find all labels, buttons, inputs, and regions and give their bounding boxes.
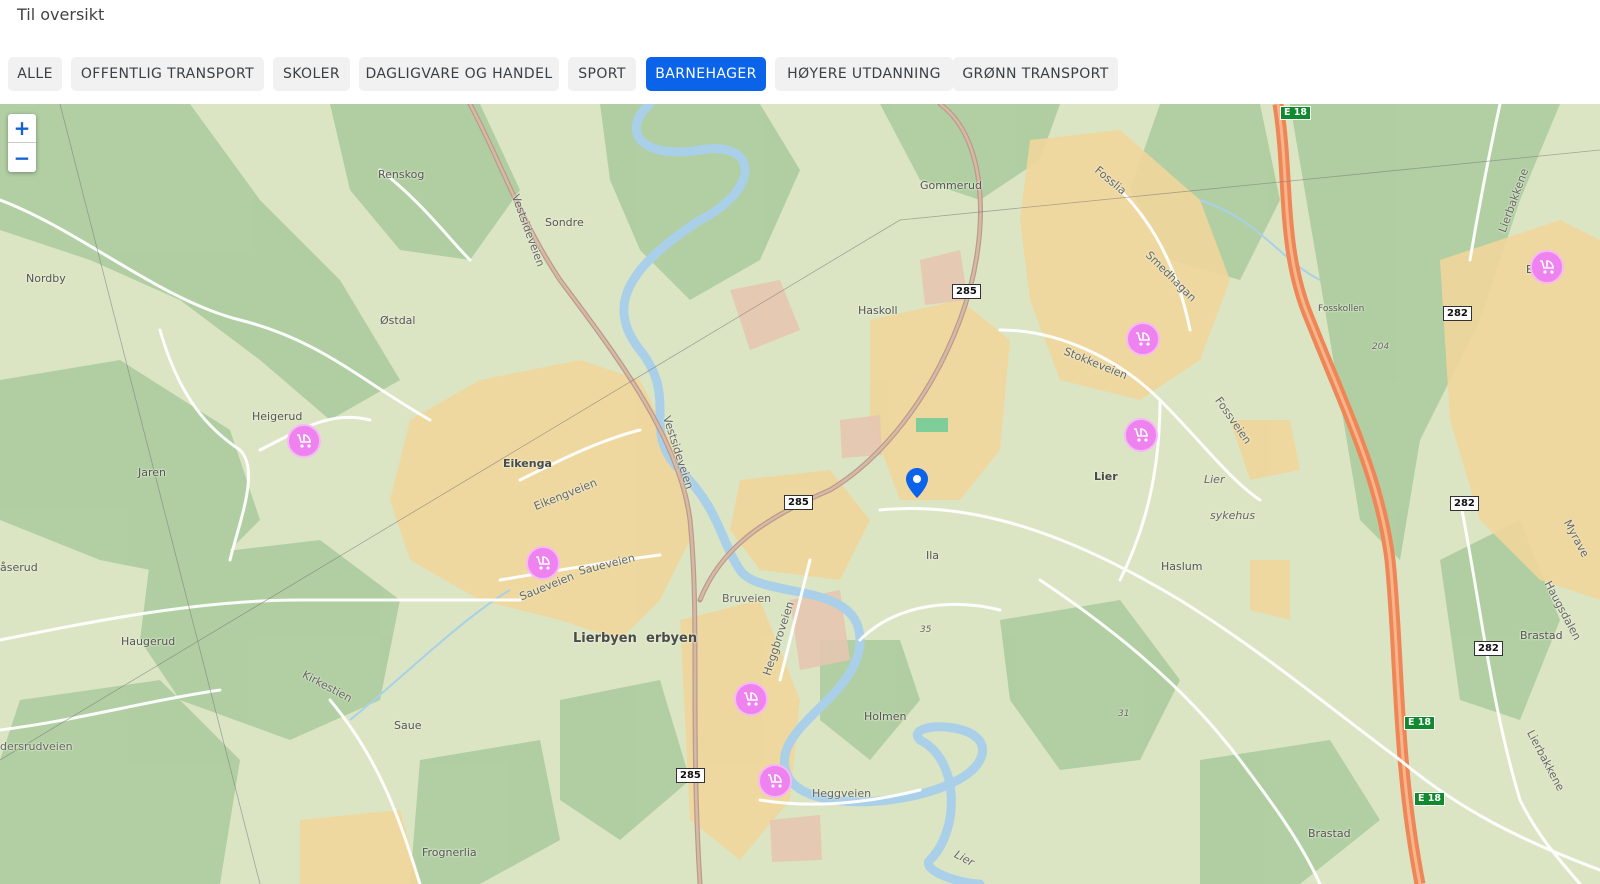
filter-dagligvare-og-handel[interactable]: DAGLIGVARE OG HANDEL	[359, 57, 559, 91]
place-label: Haskoll	[858, 304, 898, 317]
road-label: Bruveien	[722, 592, 772, 605]
stroller-icon	[768, 774, 782, 788]
place-label: Renskog	[378, 168, 425, 181]
location-pin-icon	[906, 468, 928, 498]
kindergarten-marker[interactable]	[1126, 322, 1160, 356]
place-label: Gommerud	[920, 179, 982, 192]
elevation-label: 35	[920, 625, 932, 635]
back-to-overview-link[interactable]: Til oversikt	[17, 5, 104, 24]
place-label: erbyen	[646, 631, 698, 646]
stroller-icon	[1134, 428, 1148, 442]
stroller-icon	[536, 556, 550, 570]
stroller-icon	[1540, 260, 1554, 274]
place-label: Holmen	[864, 710, 907, 723]
road-shield-282: 282	[1443, 306, 1472, 321]
place-label: Sondre	[545, 216, 584, 229]
map-canvas[interactable]: Renskog Sondre Nordby Østdal Heigerud Ja…	[0, 104, 1600, 884]
stroller-icon	[744, 692, 758, 706]
filter-sport[interactable]: SPORT	[568, 57, 636, 91]
filter-barnehager[interactable]: BARNEHAGER	[646, 57, 766, 91]
place-label: Lierbyen	[573, 631, 637, 646]
zoom-in-button[interactable]: +	[8, 114, 36, 143]
filter-gronn-transport[interactable]: GRØNN TRANSPORT	[953, 57, 1118, 91]
road-label: dersrudveien	[0, 740, 73, 753]
road-shield-285: 285	[952, 284, 981, 299]
elevation-label: 204	[1372, 342, 1390, 352]
place-label: Haugerud	[121, 635, 176, 648]
filter-skoler[interactable]: SKOLER	[273, 57, 350, 91]
kindergarten-marker[interactable]	[758, 764, 792, 798]
place-label: Lier	[1204, 473, 1225, 486]
kindergarten-marker[interactable]	[526, 546, 560, 580]
stroller-icon	[297, 434, 311, 448]
place-label: Haslum	[1161, 560, 1203, 573]
road-shield-285: 285	[676, 768, 705, 783]
kindergarten-marker[interactable]	[734, 682, 768, 716]
place-label: Brastad	[1308, 827, 1351, 840]
place-label: Lier	[1094, 470, 1118, 483]
place-label: Heigerud	[252, 410, 303, 423]
road-shield-282: 282	[1450, 496, 1479, 511]
stroller-icon	[1136, 332, 1150, 346]
place-label: Frognerlia	[422, 846, 477, 859]
kindergarten-marker[interactable]	[287, 424, 321, 458]
kindergarten-marker[interactable]	[1530, 250, 1564, 284]
place-label: Brastad	[1520, 629, 1563, 642]
kindergarten-marker[interactable]	[1124, 418, 1158, 452]
road-shield-e18: E 18	[1404, 716, 1436, 730]
zoom-control: + −	[8, 114, 36, 172]
filter-alle[interactable]: ALLE	[8, 57, 62, 91]
place-label: Nordby	[26, 272, 66, 285]
road-shield-e18: E 18	[1414, 792, 1446, 806]
place-label: Saue	[394, 719, 422, 732]
top-bar: Til oversikt	[0, 0, 1600, 43]
place-label: Fosskollen	[1318, 304, 1365, 314]
map-background	[0, 104, 1600, 884]
place-label: Jaren	[138, 466, 167, 479]
road-shield-282: 282	[1474, 641, 1503, 656]
place-label: sykehus	[1210, 509, 1256, 522]
place-label: Ila	[926, 549, 940, 562]
filter-offentlig-transport[interactable]: OFFENTLIG TRANSPORT	[71, 57, 264, 91]
filter-hoyere-utdanning[interactable]: HØYERE UTDANNING	[775, 57, 953, 91]
elevation-label: 31	[1118, 709, 1130, 719]
place-label: åserud	[0, 561, 38, 574]
road-shield-e18: E 18	[1280, 106, 1312, 120]
place-label: Eikenga	[503, 457, 552, 470]
place-label: Østdal	[380, 314, 416, 327]
category-filter-bar: ALLE OFFENTLIG TRANSPORT SKOLER DAGLIGVA…	[0, 42, 1600, 104]
road-label: Heggveien	[812, 787, 872, 800]
road-shield-285: 285	[784, 495, 813, 510]
zoom-out-button[interactable]: −	[8, 143, 36, 172]
